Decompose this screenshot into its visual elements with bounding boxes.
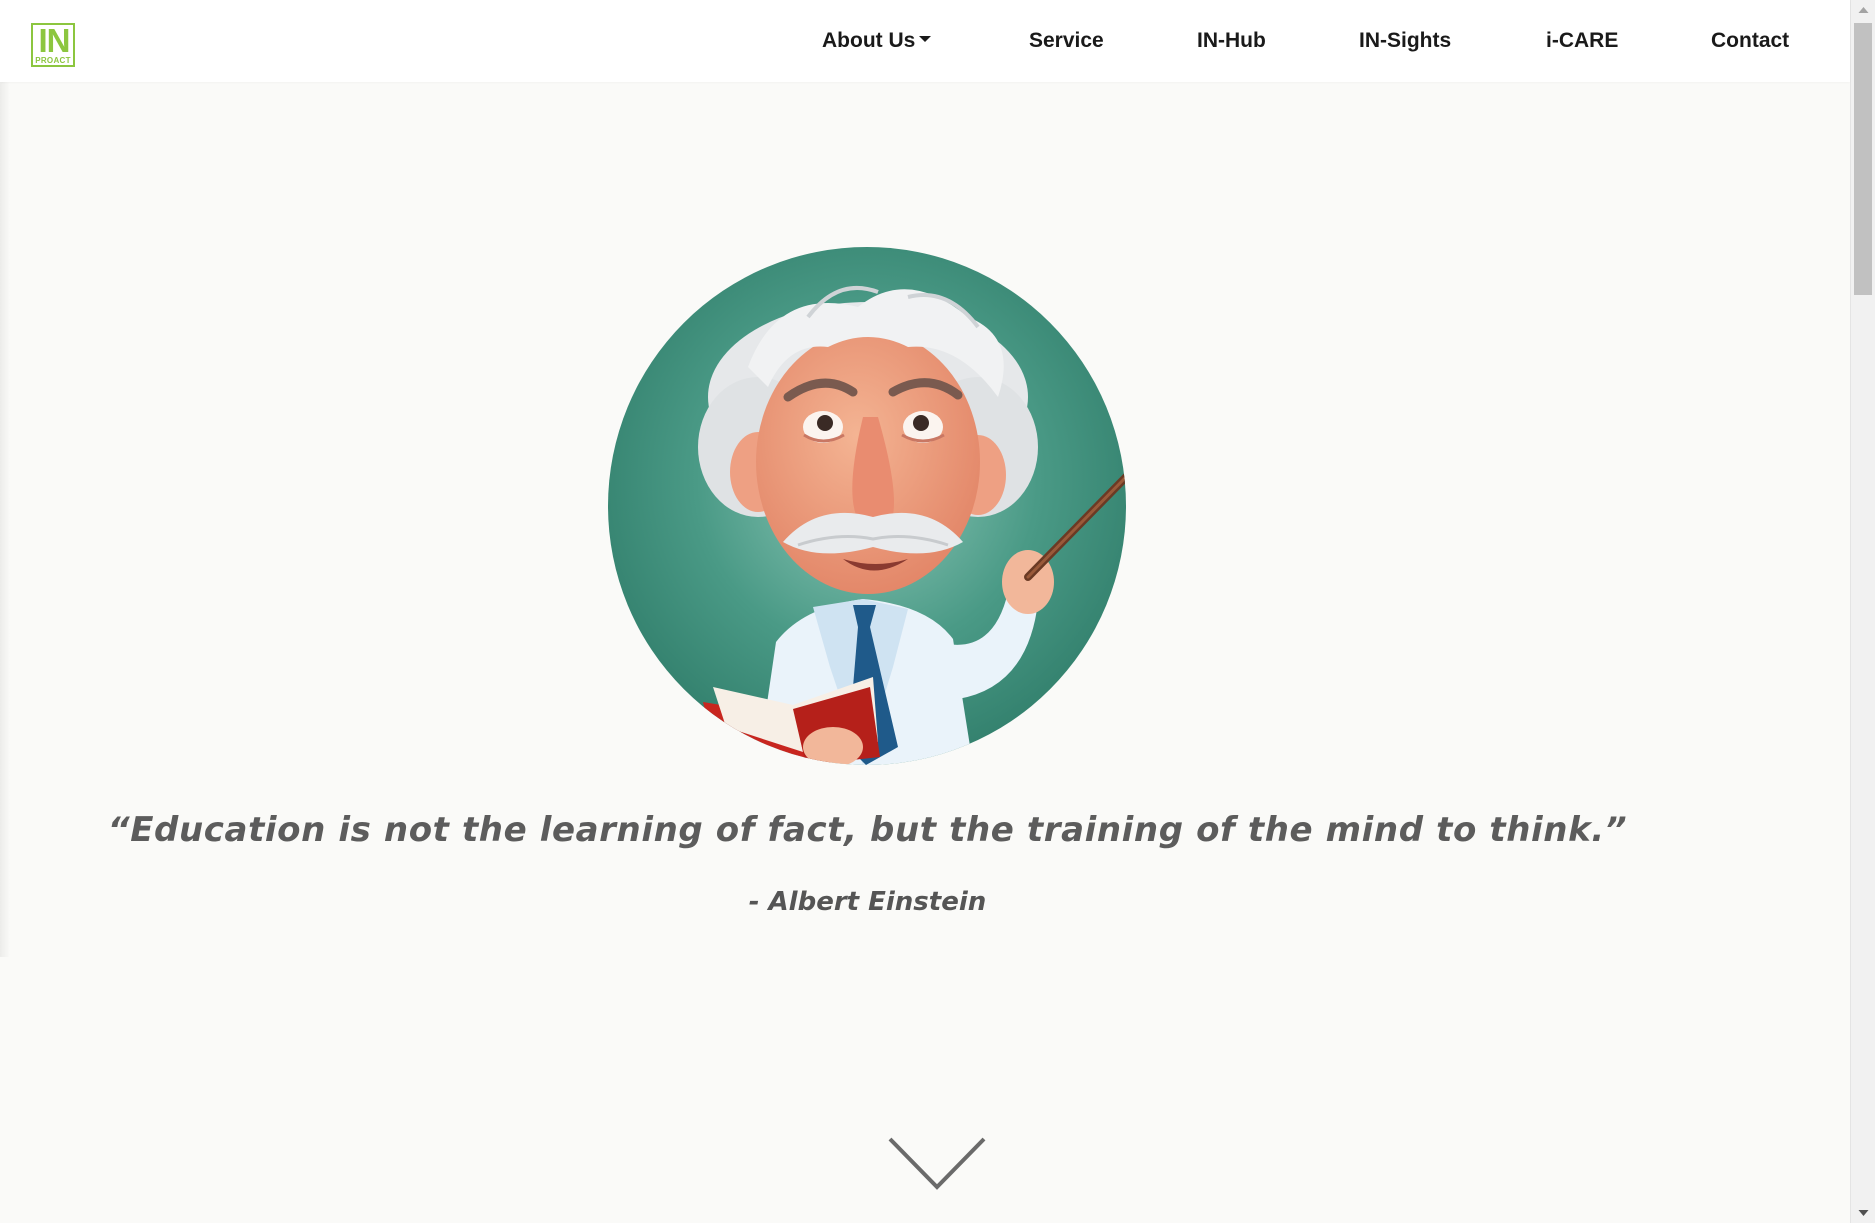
logo-text: IN [38,22,71,59]
scroll-up-arrow-icon[interactable] [1851,0,1875,20]
top-navbar: IN PROACT About Us Service IN-Hub IN-Sig… [0,0,1850,82]
triangle-up-icon [1858,7,1869,13]
triangle-down-icon [1858,1210,1869,1216]
page: IN PROACT About Us Service IN-Hub IN-Sig… [0,0,1875,1223]
nav-i-care[interactable]: i-CARE [1546,0,1618,82]
nav-service[interactable]: Service [1029,0,1104,82]
nav-in-sights[interactable]: IN-Sights [1359,0,1451,82]
caret-down-icon [919,36,932,43]
professor-illustration-icon [608,247,1126,765]
site-logo[interactable]: IN PROACT [31,22,75,67]
chevron-down-icon[interactable] [886,1135,988,1193]
einstein-portrait [608,247,1126,765]
scroll-down-icon [888,1137,986,1190]
vertical-scrollbar[interactable] [1850,0,1875,1223]
nav-about-us-label: About Us [822,29,916,52]
nav-about-us[interactable]: About Us [822,0,932,82]
logo-subtext: PROACT [35,56,71,65]
quote-author: - Albert Einstein [748,887,987,917]
nav-in-hub[interactable]: IN-Hub [1197,0,1266,82]
scrollbar-thumb[interactable] [1854,23,1872,295]
quote-text: “Education is not the learning of fact, … [107,810,1628,850]
scroll-down-arrow-icon[interactable] [1851,1203,1875,1223]
nav-contact[interactable]: Contact [1711,0,1789,82]
